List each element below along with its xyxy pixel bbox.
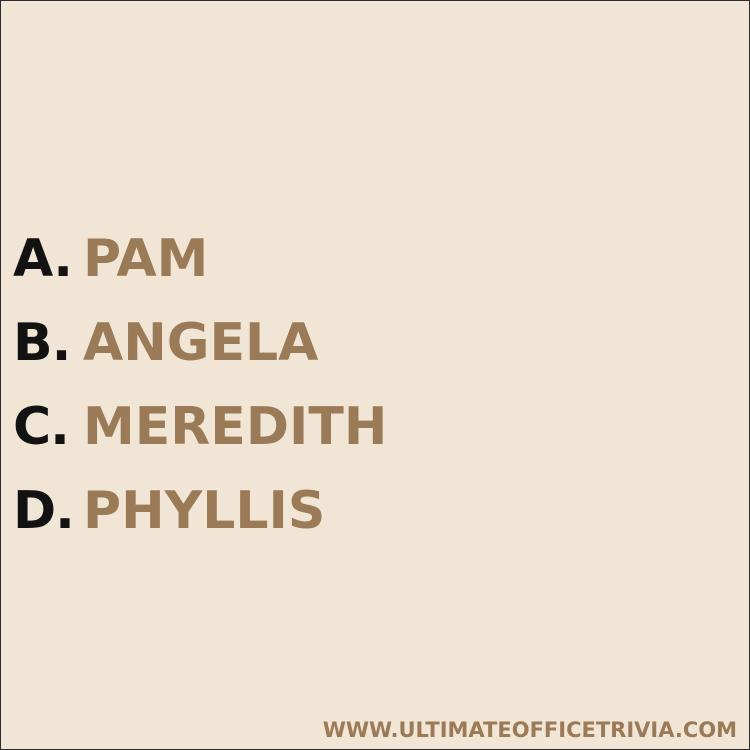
option-d: D. PHYLLIS: [13, 469, 387, 553]
option-b-answer: ANGELA: [83, 313, 319, 373]
answer-options: A. PAM B. ANGELA C. MEREDITH D. PHYLLIS: [13, 217, 387, 553]
option-b-letter: B.: [13, 313, 71, 373]
option-c-answer: MEREDITH: [83, 397, 388, 457]
option-a: A. PAM: [13, 217, 387, 301]
option-d-letter: D.: [13, 481, 75, 541]
website-footer: WWW.ULTIMATEOFFICETRIVIA.COM: [322, 718, 737, 742]
option-c: C. MEREDITH: [13, 385, 387, 469]
option-a-answer: PAM: [83, 229, 209, 289]
trivia-card: A. PAM B. ANGELA C. MEREDITH D. PHYLLIS …: [0, 0, 750, 750]
option-d-answer: PHYLLIS: [83, 481, 326, 541]
option-c-letter: C.: [13, 397, 70, 457]
option-a-letter: A.: [13, 229, 73, 289]
option-b: B. ANGELA: [13, 301, 387, 385]
